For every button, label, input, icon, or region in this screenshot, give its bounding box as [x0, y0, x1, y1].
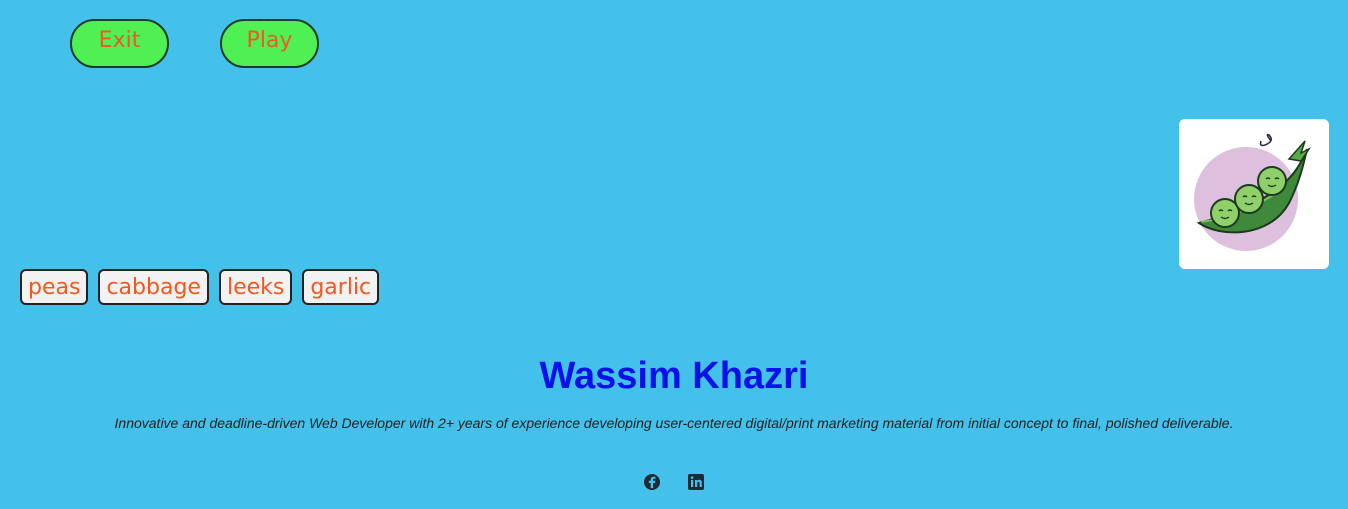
- linkedin-icon[interactable]: [687, 473, 705, 491]
- word-button-garlic[interactable]: garlic: [302, 269, 380, 305]
- pea-pod-image: [1194, 133, 1312, 251]
- word-buttons: peas cabbage leeks garlic: [20, 269, 380, 305]
- profile-bio: Innovative and deadline-driven Web Devel…: [114, 415, 1234, 431]
- play-button[interactable]: Play: [220, 19, 319, 68]
- facebook-icon[interactable]: [643, 473, 661, 491]
- word-button-cabbage[interactable]: cabbage: [98, 269, 209, 305]
- exit-button[interactable]: Exit: [70, 19, 169, 68]
- vegetable-image-card: [1179, 119, 1329, 269]
- profile-name: Wassim Khazri: [539, 355, 809, 397]
- word-button-leeks[interactable]: leeks: [218, 269, 293, 305]
- word-button-peas[interactable]: peas: [20, 269, 89, 305]
